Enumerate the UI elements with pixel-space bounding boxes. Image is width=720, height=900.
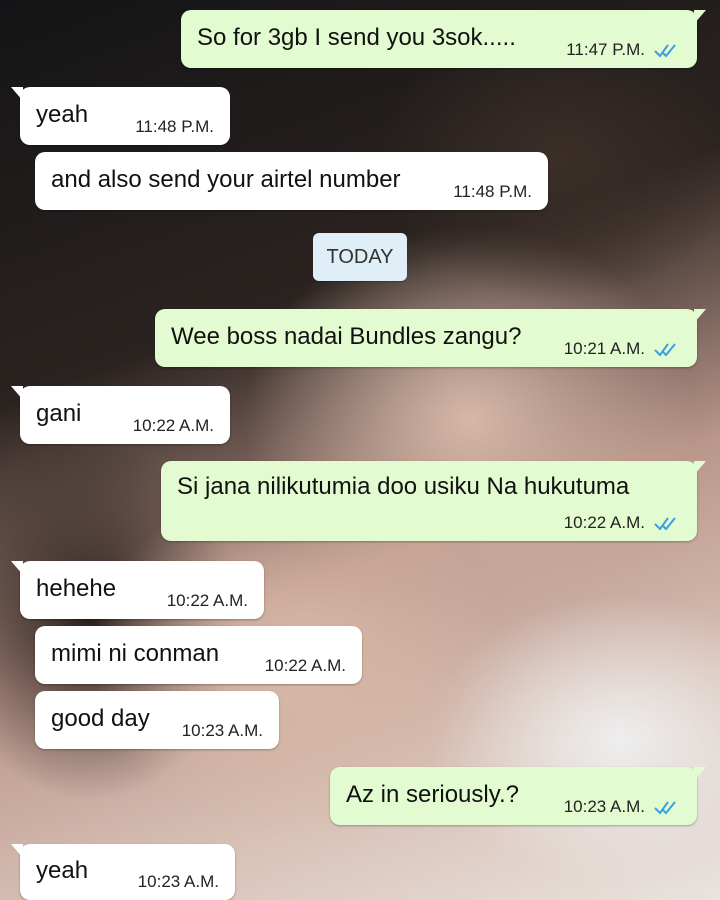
message-text: mimi ni conman — [51, 639, 220, 667]
message-bubble-outgoing[interactable]: Az in seriously.? 10:23 A.M. — [330, 767, 706, 825]
message-text: Si jana nilikutumia doo usiku Na hukutum… — [177, 473, 630, 500]
message-text: yeah — [36, 100, 89, 128]
date-divider: TODAY — [313, 233, 407, 281]
message-bubble-incoming[interactable]: good day 10:23 A.M. — [35, 691, 279, 749]
message-time: 10:22 A.M. — [166, 591, 248, 610]
message-bubble-outgoing[interactable]: Wee boss nadai Bundles zangu? 10:21 A.M. — [155, 309, 706, 367]
message-time: 10:23 A.M. — [181, 721, 263, 740]
message-text: and also send your airtel number — [51, 165, 401, 193]
message-text: yeah — [36, 856, 89, 884]
message-time: 11:47 P.M. — [566, 40, 645, 59]
message-text: Wee boss nadai Bundles zangu? — [171, 322, 522, 350]
message-time: 11:48 P.M. — [135, 117, 214, 136]
double-check-icon — [654, 800, 676, 815]
double-check-icon — [654, 43, 676, 58]
message-time: 10:23 A.M. — [137, 872, 219, 891]
message-text: So for 3gb I send you 3sok..... — [197, 23, 516, 51]
double-check-icon — [654, 516, 676, 531]
message-time: 11:48 P.M. — [453, 182, 532, 201]
message-bubble-outgoing[interactable]: So for 3gb I send you 3sok..... 11:47 P.… — [181, 10, 706, 68]
message-text: good day — [51, 704, 150, 732]
message-text: Az in seriously.? — [346, 780, 519, 808]
message-text: gani — [36, 399, 82, 427]
message-bubble-incoming[interactable]: yeah 11:48 P.M. — [11, 87, 230, 145]
message-time: 10:23 A.M. — [563, 797, 645, 816]
message-text: hehehe — [36, 574, 117, 602]
message-time: 10:22 A.M. — [132, 416, 214, 435]
message-bubble-incoming[interactable]: and also send your airtel number 11:48 P… — [35, 152, 548, 210]
message-time: 10:22 A.M. — [264, 656, 346, 675]
message-bubble-incoming[interactable]: hehehe 10:22 A.M. — [11, 561, 264, 619]
double-check-icon — [654, 342, 676, 357]
message-bubble-incoming[interactable]: yeah 10:23 A.M. — [11, 844, 235, 900]
message-bubble-outgoing[interactable]: Si jana nilikutumia doo usiku Na hukutum… — [161, 461, 706, 541]
message-bubble-incoming[interactable]: gani 10:22 A.M. — [11, 386, 230, 444]
message-bubble-incoming[interactable]: mimi ni conman 10:22 A.M. — [35, 626, 362, 684]
message-time: 10:21 A.M. — [563, 339, 645, 358]
message-time: 10:22 A.M. — [563, 513, 645, 532]
